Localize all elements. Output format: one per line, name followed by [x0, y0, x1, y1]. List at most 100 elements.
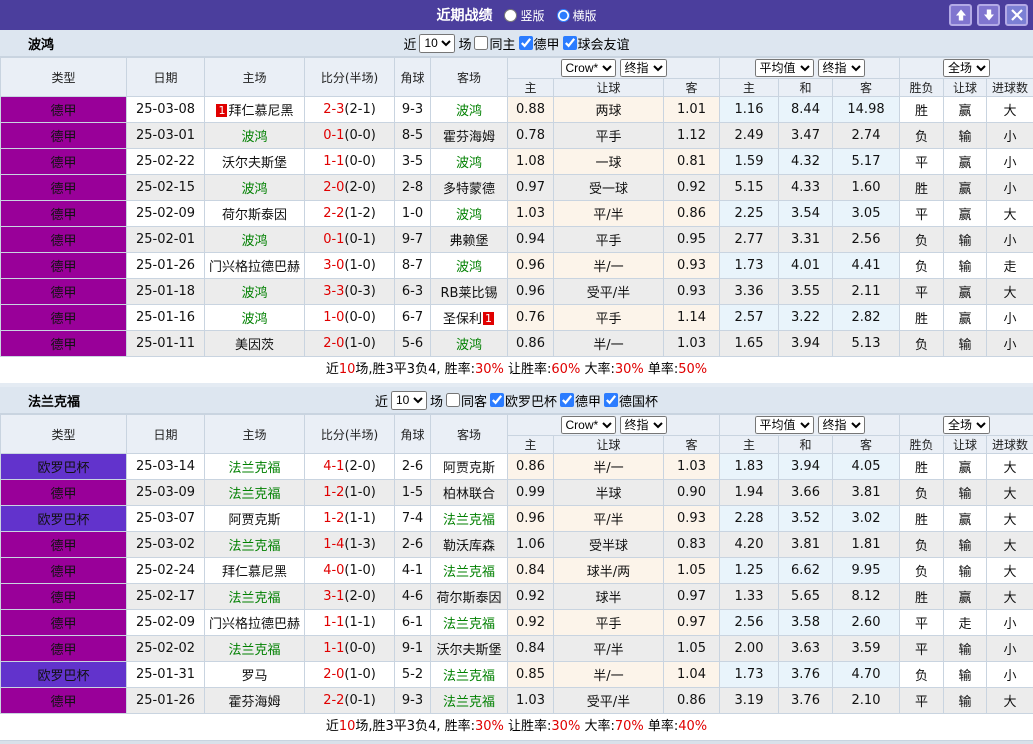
- avg-type-select[interactable]: 平均值: [755, 59, 814, 77]
- summary-segment: 单率:: [644, 362, 679, 377]
- match-date: 25-01-31: [127, 662, 205, 688]
- result-outcome: 负: [900, 227, 944, 253]
- crow-away-odds: 0.93: [664, 506, 720, 532]
- away-team: 多特蒙德: [431, 175, 508, 201]
- avg-stage-select[interactable]: 终指: [818, 416, 865, 434]
- result-handicap: 赢: [944, 175, 987, 201]
- match-row: 德甲25-03-081拜仁慕尼黑2-3(2-1)9-3波鸿0.88两球1.011…: [1, 97, 1033, 123]
- odds-company-select[interactable]: Crow*: [561, 416, 616, 434]
- recent-count-select[interactable]: 10: [391, 391, 427, 410]
- result-outcome: 平: [900, 636, 944, 662]
- away-team: 波鸿: [431, 149, 508, 175]
- summary-segment: 场,胜3平3负4, 胜率:: [355, 719, 475, 734]
- match-row: 德甲25-02-09门兴格拉德巴赫1-1(1-1)6-1法兰克福0.92平手0.…: [1, 610, 1033, 636]
- home-team: 法兰克福: [205, 636, 305, 662]
- league-filter-德国杯[interactable]: 德国杯: [604, 391, 658, 410]
- match-row: 德甲25-01-11美因茨2-0(1-0)5-6波鸿0.86半/一1.031.6…: [1, 331, 1033, 357]
- summary-segment: 大率:: [580, 719, 615, 734]
- result-goals: 大: [987, 688, 1033, 714]
- close-button[interactable]: [1005, 4, 1028, 26]
- handicap-line: 两球: [554, 97, 664, 123]
- league-filter-同主[interactable]: 同主: [474, 34, 515, 53]
- team-label: 法兰克福: [228, 461, 280, 476]
- league-badge: 德甲: [1, 584, 127, 610]
- result-goals: 大: [987, 480, 1033, 506]
- avg-away-odds: 4.05: [833, 454, 900, 480]
- recent-count-select[interactable]: 10: [419, 34, 455, 53]
- layout-radio-horizontal[interactable]: 横版: [557, 7, 597, 24]
- league-badge: 欧罗巴杯: [1, 662, 127, 688]
- away-team: 波鸿: [431, 201, 508, 227]
- odds-stage-select[interactable]: 终指: [620, 59, 667, 77]
- filter-checkbox[interactable]: [563, 36, 577, 50]
- results-tbody: 欧罗巴杯25-03-14法兰克福4-1(2-0)2-6阿贾克斯0.86半/一1.…: [1, 454, 1033, 714]
- move-down-button[interactable]: [977, 4, 1000, 26]
- filter-checkbox[interactable]: [446, 393, 460, 407]
- result-handicap: 赢: [944, 454, 987, 480]
- match-row: 德甲25-01-16波鸿1-0(0-0)6-7圣保利10.76平手1.142.5…: [1, 305, 1033, 331]
- summary-segment: 场,胜3平3负4, 胜率:: [355, 362, 475, 377]
- corners-cell: 1-0: [395, 201, 431, 227]
- vertical-radio-input[interactable]: [504, 9, 517, 22]
- filter-checkbox[interactable]: [474, 36, 488, 50]
- avg-draw-odds: 3.22: [779, 305, 833, 331]
- team-label: 法兰克福: [228, 539, 280, 554]
- avg-draw-odds: 8.44: [779, 97, 833, 123]
- avg-home-odds: 1.73: [720, 253, 779, 279]
- handicap-line: 半/一: [554, 454, 664, 480]
- filter-checkbox[interactable]: [519, 36, 533, 50]
- horizontal-radio-input[interactable]: [557, 9, 570, 22]
- score-cell: 2-0(2-0): [305, 175, 395, 201]
- crow-away-odds: 1.05: [664, 636, 720, 662]
- summary-segment: 单率:: [644, 719, 679, 734]
- avg-type-select[interactable]: 平均值: [755, 416, 814, 434]
- odds-stage-select[interactable]: 终指: [620, 416, 667, 434]
- league-filter-德甲[interactable]: 德甲: [519, 34, 560, 53]
- team-label: 多特蒙德: [443, 182, 495, 197]
- match-row: 欧罗巴杯25-03-07阿贾克斯1-2(1-1)7-4法兰克福0.96平/半0.…: [1, 506, 1033, 532]
- crow-home-odds: 0.96: [508, 506, 554, 532]
- match-date: 25-02-22: [127, 149, 205, 175]
- away-team: 荷尔斯泰因: [431, 584, 508, 610]
- result-goals: 小: [987, 662, 1033, 688]
- summary-line: 近10场,胜3平3负4, 胜率:30% 让胜率:30% 大率:70% 单率:40…: [0, 714, 1033, 740]
- layout-radio-vertical[interactable]: 竖版: [504, 7, 544, 24]
- filter-checkbox-label: 欧罗巴杯: [505, 391, 557, 410]
- avg-stage-select[interactable]: 终指: [818, 59, 865, 77]
- score-cell: 1-4(1-3): [305, 532, 395, 558]
- league-filter-球会友谊[interactable]: 球会友谊: [563, 34, 630, 53]
- filter-checkbox-label: 球会友谊: [578, 34, 630, 53]
- team-label: 法兰克福: [228, 487, 280, 502]
- match-row: 德甲25-02-02法兰克福1-1(0-0)9-1沃尔夫斯堡0.84平/半1.0…: [1, 636, 1033, 662]
- filter-checkbox[interactable]: [604, 393, 618, 407]
- horizontal-radio-label: 横版: [573, 7, 597, 24]
- scope-select[interactable]: 全场: [943, 416, 990, 434]
- filter-checkbox[interactable]: [490, 393, 504, 407]
- league-filter-同客[interactable]: 同客: [446, 391, 487, 410]
- result-outcome: 胜: [900, 97, 944, 123]
- move-up-button[interactable]: [949, 4, 972, 26]
- score-cell: 2-0(1-0): [305, 662, 395, 688]
- scope-select[interactable]: 全场: [943, 59, 990, 77]
- sub-header-avg-away: 客: [833, 79, 900, 97]
- result-handicap: 赢: [944, 201, 987, 227]
- match-row: 德甲25-02-09荷尔斯泰因2-2(1-2)1-0波鸿1.03平/半0.862…: [1, 201, 1033, 227]
- league-filter-欧罗巴杯[interactable]: 欧罗巴杯: [490, 391, 557, 410]
- result-handicap: 输: [944, 558, 987, 584]
- result-handicap: 赢: [944, 279, 987, 305]
- away-team: 沃尔夫斯堡: [431, 636, 508, 662]
- result-outcome: 胜: [900, 175, 944, 201]
- result-group-header: 全场: [900, 58, 1033, 79]
- away-team: 法兰克福: [431, 610, 508, 636]
- crow-odds-group-header: Crow*终指: [508, 58, 720, 79]
- summary-segment: 30%: [551, 719, 580, 734]
- avg-away-odds: 3.59: [833, 636, 900, 662]
- col-header-date: 日期: [127, 415, 205, 454]
- filter-checkbox[interactable]: [560, 393, 574, 407]
- league-badge: 欧罗巴杯: [1, 454, 127, 480]
- odds-company-select[interactable]: Crow*: [561, 59, 616, 77]
- result-goals: 大: [987, 506, 1033, 532]
- home-team: 阿贾克斯: [205, 506, 305, 532]
- league-filter-德甲[interactable]: 德甲: [560, 391, 601, 410]
- away-team: 法兰克福: [431, 662, 508, 688]
